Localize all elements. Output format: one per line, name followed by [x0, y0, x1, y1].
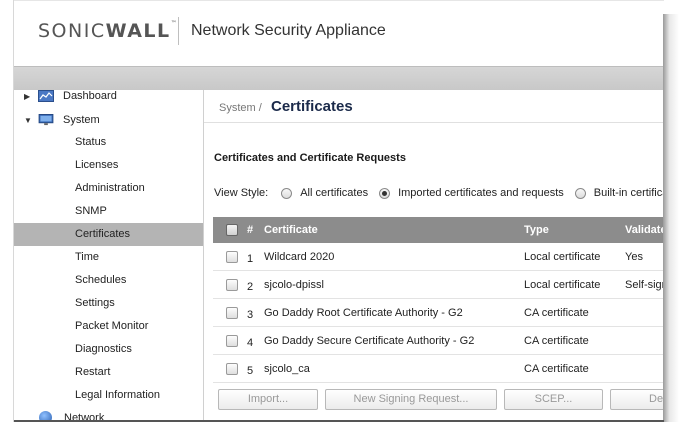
table-row[interactable]: 4 Go Daddy Secure Certificate Authority …	[213, 327, 663, 355]
scep-button[interactable]: SCEP...	[504, 389, 603, 410]
row-number: 5	[247, 364, 254, 377]
sidebar-item-legal-information[interactable]: Legal Information	[14, 384, 203, 407]
globe-icon	[39, 411, 52, 420]
dashboard-icon	[38, 90, 54, 102]
table-row[interactable]: 1 Wildcard 2020 Local certificate Yes	[213, 243, 663, 271]
table-actions: Import... New Signing Request... SCEP...…	[204, 389, 663, 413]
table-header: # Certificate Type Validated	[213, 217, 663, 243]
monitor-icon	[38, 114, 54, 126]
sidebar-item-network[interactable]: Network	[39, 411, 104, 420]
radio-built-in-certificates[interactable]	[574, 187, 586, 199]
column-header-validated[interactable]: Validated	[625, 217, 663, 243]
sidebar-item-administration[interactable]: Administration	[14, 177, 203, 200]
sidebar-item-label: Network	[64, 411, 105, 421]
sidebar-item-settings[interactable]: Settings	[14, 292, 203, 315]
collapse-arrow-icon[interactable]: ▼	[24, 116, 34, 125]
certificate-type: CA certificate	[524, 334, 589, 347]
sidebar-item-diagnostics[interactable]: Diagnostics	[14, 338, 203, 361]
radio-label[interactable]: Built-in certificates	[594, 187, 663, 199]
sidebar-item-status[interactable]: Status	[14, 131, 203, 154]
sidebar-item-system[interactable]: ▼ System	[24, 111, 100, 129]
page-title: Certificates	[271, 98, 353, 115]
view-style-selector: View Style: All certificates Imported ce…	[214, 185, 663, 201]
certificate-type: Local certificate	[524, 250, 601, 263]
row-checkbox[interactable]	[226, 355, 238, 382]
radio-imported-certificates[interactable]	[379, 187, 391, 199]
breadcrumb[interactable]: System /	[219, 102, 262, 114]
certificate-validated: Yes	[625, 250, 643, 263]
window-right-edge	[663, 14, 679, 424]
expand-arrow-icon[interactable]: ▶	[24, 92, 34, 101]
table-row[interactable]: 2 sjcolo-dpissl Local certificate Self-s…	[213, 271, 663, 299]
certificate-name: Wildcard 2020	[264, 250, 335, 263]
bottom-margin	[0, 422, 679, 435]
sidebar-item-snmp[interactable]: SNMP	[14, 200, 203, 223]
certificate-name: sjcolo_ca	[264, 362, 310, 375]
column-header-certificate[interactable]: Certificate	[264, 217, 318, 243]
import-button[interactable]: Import...	[218, 389, 318, 410]
new-signing-request-button[interactable]: New Signing Request...	[325, 389, 497, 410]
column-header-type[interactable]: Type	[524, 217, 549, 243]
view-style-label: View Style:	[214, 187, 269, 199]
app-header: SONICWALL™ Network Security Appliance	[14, 0, 664, 66]
sidebar-item-restart[interactable]: Restart	[14, 361, 203, 384]
select-all-checkbox[interactable]	[226, 217, 238, 243]
certificate-validated: Self-signed	[625, 278, 663, 291]
header-divider	[178, 17, 179, 45]
row-checkbox[interactable]	[226, 299, 238, 326]
table-row[interactable]: 3 Go Daddy Root Certificate Authority - …	[213, 299, 663, 327]
radio-label[interactable]: All certificates	[300, 187, 368, 199]
certificate-name: Go Daddy Secure Certificate Authority - …	[264, 334, 475, 347]
certificate-type: CA certificate	[524, 362, 589, 375]
row-checkbox[interactable]	[226, 271, 238, 298]
radio-all-certificates[interactable]	[281, 187, 293, 199]
radio-label[interactable]: Imported certificates and requests	[398, 187, 564, 199]
row-number: 2	[247, 280, 254, 293]
sidebar-item-licenses[interactable]: Licenses	[14, 154, 203, 177]
certificate-type: CA certificate	[524, 306, 589, 319]
certificate-name: Go Daddy Root Certificate Authority - G2	[264, 306, 463, 319]
sidebar-item-dashboard[interactable]: ▶ Dashboard	[24, 90, 117, 105]
sidebar: ▶ Dashboard ▼ System Status Licenses Adm…	[14, 90, 204, 420]
row-number: 3	[247, 308, 254, 321]
delete-button[interactable]: Delete	[610, 389, 663, 410]
row-checkbox[interactable]	[226, 243, 238, 270]
certificates-table: # Certificate Type Validated 1 Wildcard …	[213, 217, 663, 383]
row-number: 1	[247, 252, 254, 265]
certificate-name: sjcolo-dpissl	[264, 278, 324, 291]
sidebar-item-label: Dashboard	[63, 90, 117, 102]
sidebar-item-packet-monitor[interactable]: Packet Monitor	[14, 315, 203, 338]
sonicwall-logo: SONICWALL™	[38, 20, 179, 42]
column-header-number: #	[247, 224, 254, 236]
sidebar-item-certificates[interactable]: Certificates	[14, 223, 203, 246]
app-title: Network Security Appliance	[191, 22, 386, 39]
row-checkbox[interactable]	[226, 327, 238, 354]
page-header: System / Certificates	[204, 90, 663, 123]
section-title: Certificates and Certificate Requests	[214, 152, 406, 164]
main-content: System / Certificates Certificates and C…	[204, 90, 663, 420]
top-toolbar	[14, 66, 664, 90]
certificate-type: Local certificate	[524, 278, 601, 291]
sidebar-item-schedules[interactable]: Schedules	[14, 269, 203, 292]
row-number: 4	[247, 336, 254, 349]
window-left-edge	[0, 0, 14, 435]
sidebar-item-label: System	[63, 114, 100, 126]
table-row[interactable]: 5 sjcolo_ca CA certificate	[213, 355, 663, 383]
sidebar-item-time[interactable]: Time	[14, 246, 203, 269]
